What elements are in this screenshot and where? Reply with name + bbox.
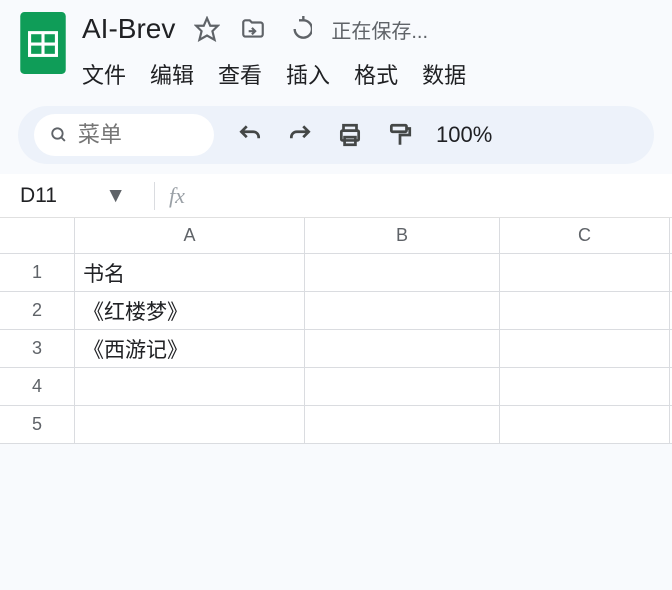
cloud-status-icon[interactable] xyxy=(285,15,313,43)
menu-search-input[interactable] xyxy=(78,122,198,148)
formula-bar: D11 ▼ fx xyxy=(0,174,672,218)
cell[interactable] xyxy=(305,254,500,291)
menu-search[interactable] xyxy=(34,114,214,156)
divider xyxy=(154,182,155,210)
cell[interactable]: 书名 xyxy=(75,254,305,291)
cell[interactable] xyxy=(500,330,670,367)
cell[interactable]: 《西游记》 xyxy=(75,330,305,367)
paint-format-icon[interactable] xyxy=(386,121,414,149)
row-header[interactable]: 3 xyxy=(0,330,75,367)
search-icon xyxy=(50,124,68,146)
table-row: 3 《西游记》 xyxy=(0,330,672,368)
star-icon[interactable] xyxy=(193,15,221,43)
menu-format[interactable]: 格式 xyxy=(354,58,398,90)
row-header[interactable]: 2 xyxy=(0,292,75,329)
table-row: 4 xyxy=(0,368,672,406)
cell[interactable] xyxy=(305,292,500,329)
move-folder-icon[interactable] xyxy=(239,15,267,43)
redo-icon[interactable] xyxy=(286,121,314,149)
sheets-logo[interactable] xyxy=(18,10,68,76)
cell[interactable] xyxy=(75,368,305,405)
cell[interactable] xyxy=(500,368,670,405)
table-row: 1 书名 xyxy=(0,254,672,292)
cell[interactable] xyxy=(305,368,500,405)
document-title[interactable]: AI-Brev xyxy=(82,13,175,45)
cell[interactable] xyxy=(305,330,500,367)
cell[interactable] xyxy=(500,292,670,329)
cell[interactable] xyxy=(500,254,670,291)
row-header[interactable]: 1 xyxy=(0,254,75,291)
spreadsheet-grid[interactable]: A B C 1 书名 2 《红楼梦》 3 《西游记》 4 5 xyxy=(0,218,672,444)
menu-view[interactable]: 查看 xyxy=(218,58,262,90)
cell[interactable] xyxy=(75,406,305,443)
undo-icon[interactable] xyxy=(236,121,264,149)
menu-edit[interactable]: 编辑 xyxy=(150,58,194,90)
cell[interactable] xyxy=(305,406,500,443)
column-header-b[interactable]: B xyxy=(305,218,500,253)
cell[interactable]: 《红楼梦》 xyxy=(75,292,305,329)
select-all-corner[interactable] xyxy=(0,218,75,253)
menu-insert[interactable]: 插入 xyxy=(286,58,330,90)
row-header[interactable]: 4 xyxy=(0,368,75,405)
print-icon[interactable] xyxy=(336,121,364,149)
cell-ref-text: D11 xyxy=(20,184,57,208)
chevron-down-icon[interactable]: ▼ xyxy=(105,184,126,208)
save-status-text: 正在保存... xyxy=(331,15,428,44)
cell[interactable] xyxy=(500,406,670,443)
toolbar: 100% xyxy=(18,106,654,164)
zoom-level[interactable]: 100% xyxy=(436,122,492,148)
menu-data[interactable]: 数据 xyxy=(422,58,466,90)
column-header-a[interactable]: A xyxy=(75,218,305,253)
fx-label: fx xyxy=(169,183,185,209)
menu-file[interactable]: 文件 xyxy=(82,58,126,90)
row-header[interactable]: 5 xyxy=(0,406,75,443)
column-header-c[interactable]: C xyxy=(500,218,670,253)
table-row: 5 xyxy=(0,406,672,444)
cell-reference[interactable]: D11 ▼ xyxy=(0,184,140,208)
menu-bar: 文件 编辑 查看 插入 格式 数据 xyxy=(82,58,654,90)
table-row: 2 《红楼梦》 xyxy=(0,292,672,330)
